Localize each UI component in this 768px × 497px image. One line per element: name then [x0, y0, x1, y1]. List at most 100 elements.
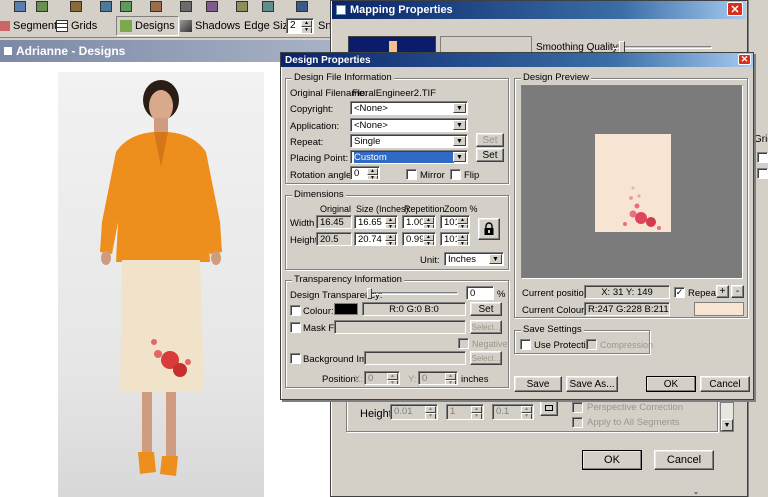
design-ok-button[interactable]: OK: [646, 376, 696, 392]
mask-select-button[interactable]: Select...: [470, 320, 502, 334]
design-titlebar: Design Properties: [281, 53, 753, 67]
height-zoom-input[interactable]: 101. ▲ ▼: [440, 232, 470, 246]
design-preview-canvas[interactable]: [521, 85, 743, 279]
application-select[interactable]: <None> ▼: [350, 118, 468, 132]
colour-swatch[interactable]: [334, 303, 358, 315]
save-button[interactable]: Save: [514, 376, 562, 392]
placing-point-set-button[interactable]: Set: [476, 148, 504, 162]
shadows-label: Shadows: [195, 20, 241, 32]
perspective-correction-checkbox[interactable]: [572, 402, 583, 413]
mapping-close-button[interactable]: ✕: [727, 2, 743, 16]
repeat-label: Repeat:: [290, 137, 324, 148]
mirror-checkbox[interactable]: [406, 169, 417, 180]
tool-icon[interactable]: [14, 1, 26, 12]
background-select-button[interactable]: Select...: [470, 351, 502, 365]
document-icon: [4, 47, 12, 55]
height-repetition-input[interactable]: 0.99 ▲ ▼: [402, 232, 436, 246]
scroll-down-icon[interactable]: ▼: [721, 419, 733, 431]
position-y-input[interactable]: 0 ▲ ▼: [418, 371, 458, 385]
use-protection-checkbox[interactable]: [520, 339, 531, 350]
tool-icon[interactable]: [262, 1, 274, 12]
tool-icon[interactable]: [150, 1, 162, 12]
width-zoom-input[interactable]: 101. ▲ ▼: [440, 215, 470, 229]
position-x-input[interactable]: 0 ▲ ▼: [364, 371, 400, 385]
floral-motif: [623, 186, 661, 230]
grid-checkbox-2[interactable]: [757, 168, 768, 179]
height-label: Height: [290, 235, 318, 246]
height-lock-button[interactable]: [540, 400, 558, 416]
chevron-down-icon[interactable]: ▼: [453, 152, 466, 162]
save-settings-title: Save Settings: [521, 324, 584, 335]
width-original-field: 16.45: [316, 215, 352, 229]
copyright-select[interactable]: <None> ▼: [350, 101, 468, 115]
transparency-input[interactable]: 0: [466, 286, 494, 300]
unit-select[interactable]: Inches ▼: [444, 252, 504, 266]
colour-checkbox[interactable]: [290, 305, 301, 316]
background-image-checkbox[interactable]: [290, 353, 301, 364]
save-as-button[interactable]: Save As...: [566, 376, 618, 392]
height-input[interactable]: 0.01 ▲ ▼: [390, 404, 438, 420]
tool-icon[interactable]: [36, 1, 48, 12]
background-image-field: [364, 351, 466, 365]
mapping-cancel-button[interactable]: Cancel: [654, 450, 714, 470]
repeat-preview-checkbox[interactable]: ✓: [674, 287, 685, 298]
grid-panel-label: Grid: [754, 134, 768, 145]
shadows-icon: [180, 20, 192, 32]
tool-icon[interactable]: [120, 1, 132, 12]
mapping-ok-button[interactable]: OK: [582, 450, 642, 470]
chevron-down-icon[interactable]: ▼: [453, 103, 466, 113]
repeat-set-button[interactable]: Set: [476, 133, 504, 147]
zoom-out-button[interactable]: -: [731, 285, 744, 298]
chevron-down-icon[interactable]: ▼: [489, 254, 502, 264]
aspect-lock-button[interactable]: [478, 218, 500, 240]
design-close-button[interactable]: ✕: [738, 54, 751, 65]
placing-point-select[interactable]: Custom ▼: [350, 150, 468, 164]
flip-checkbox[interactable]: [450, 169, 461, 180]
tool-icon[interactable]: [70, 1, 82, 12]
grids-label: Grids: [71, 20, 98, 32]
mask-file-checkbox[interactable]: [290, 322, 301, 333]
shadows-tool[interactable]: Shadows: [180, 18, 240, 34]
height-mid-input[interactable]: 1 ▲ ▼: [446, 404, 484, 420]
current-position-label: Current position:: [522, 288, 592, 299]
zoom-in-button[interactable]: +: [716, 285, 729, 298]
tool-icon[interactable]: [180, 1, 192, 12]
chevron-down-icon[interactable]: ⌄: [690, 487, 702, 497]
smoothing-quality-slider[interactable]: [612, 41, 712, 53]
design-cancel-button[interactable]: Cancel: [700, 376, 750, 392]
apply-all-segments-label: Apply to All Segments: [587, 417, 680, 428]
flip-label: Flip: [464, 170, 480, 181]
apply-all-segments-checkbox[interactable]: [572, 417, 583, 428]
designs-tool[interactable]: Designs: [116, 16, 179, 36]
edge-size-input[interactable]: 2 ▲ ▼: [286, 18, 314, 34]
mapping-title-icon: [336, 5, 346, 15]
chevron-down-icon[interactable]: ▼: [453, 120, 466, 130]
grid-icon: [56, 20, 68, 32]
mapping-scrollbar[interactable]: ▼: [720, 402, 734, 432]
width-size-input[interactable]: 16.65 ▲ ▼: [354, 215, 398, 229]
tool-icon[interactable]: [296, 1, 308, 12]
width-repetition-input[interactable]: 1.00 ▲ ▼: [402, 215, 436, 229]
height-size-input[interactable]: 20.74 ▲ ▼: [354, 232, 398, 246]
position-y-label: Y:: [408, 374, 417, 385]
compression-checkbox[interactable]: [586, 339, 597, 350]
height-right-input[interactable]: 0.1 ▲ ▼: [492, 404, 534, 420]
chevron-down-icon[interactable]: ▼: [453, 136, 466, 146]
repeat-select[interactable]: Single ▼: [350, 134, 468, 148]
tool-icon[interactable]: [100, 1, 112, 12]
negative-checkbox[interactable]: [458, 338, 469, 349]
grids-tool[interactable]: Grids: [56, 18, 97, 34]
grid-checkbox[interactable]: [757, 152, 768, 163]
repeat-preview-label: Repeat: [688, 288, 719, 299]
tool-icon[interactable]: [206, 1, 218, 12]
current-colour-label: Current Colour:: [522, 305, 587, 316]
model-photo[interactable]: [58, 72, 264, 497]
rotation-angle-input[interactable]: 0 ▲ ▼: [350, 166, 380, 180]
slider-thumb[interactable]: [367, 288, 372, 299]
design-fabric-tile: [595, 134, 671, 232]
colour-label: Colour:: [303, 306, 334, 317]
tool-icon[interactable]: [236, 1, 248, 12]
transparency-slider[interactable]: [366, 288, 458, 299]
segments-tool[interactable]: Segments: [0, 18, 63, 34]
colour-set-button[interactable]: Set: [470, 302, 502, 316]
